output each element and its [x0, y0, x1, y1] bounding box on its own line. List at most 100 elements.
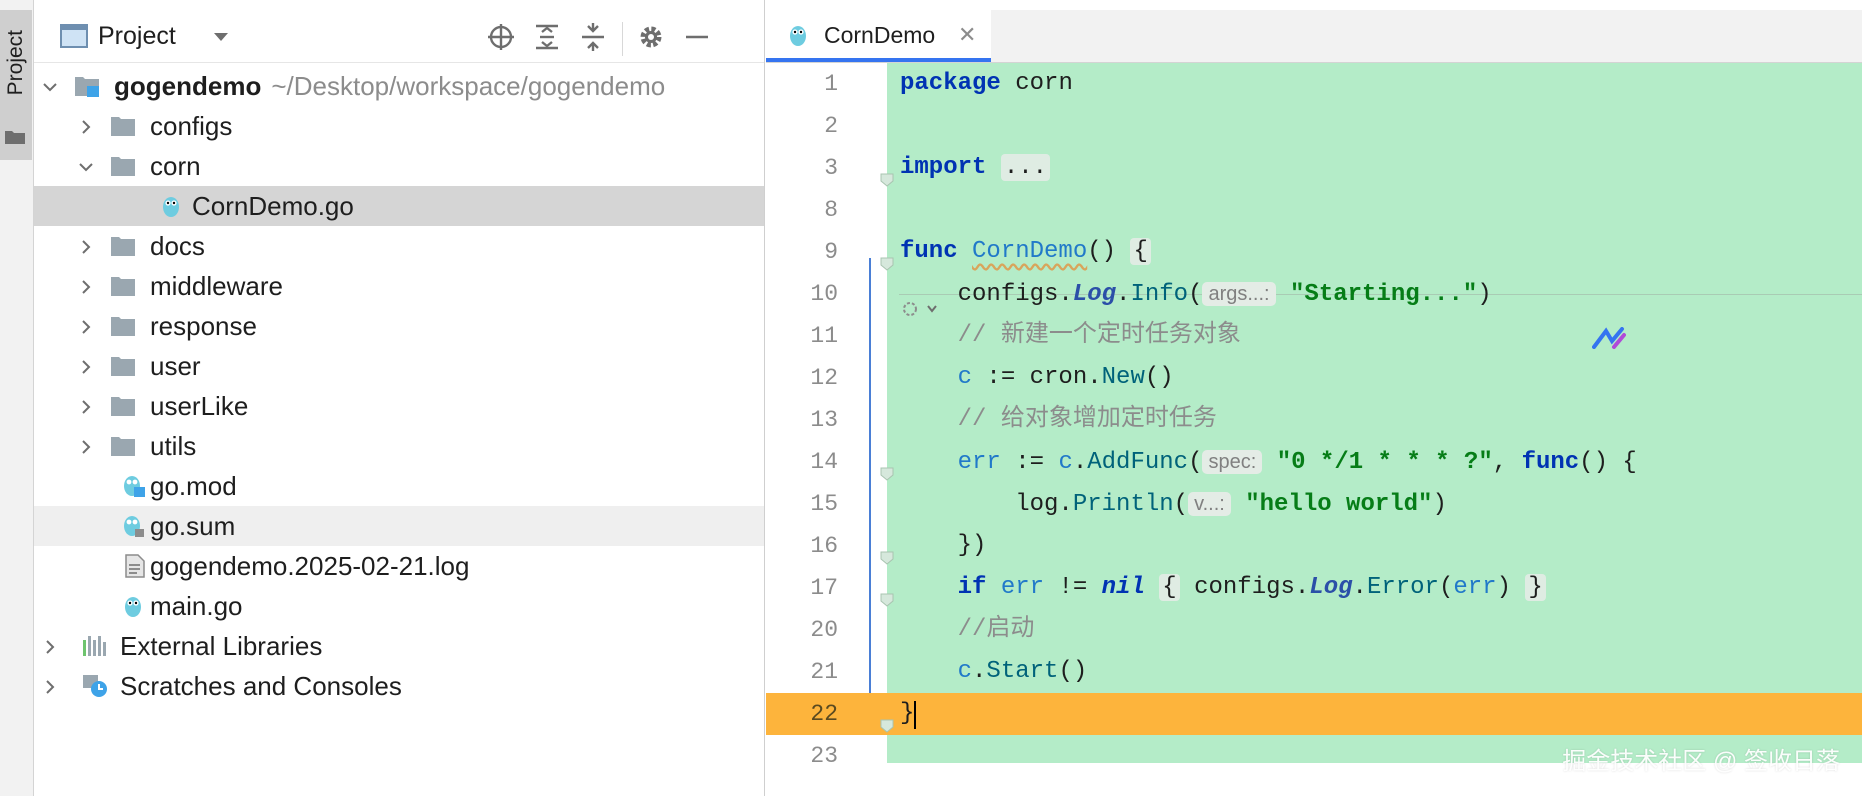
- chevron-down-icon[interactable]: [78, 159, 94, 175]
- code-line[interactable]: 21 c.Start(): [766, 651, 1862, 693]
- chevron-right-icon[interactable]: [78, 119, 94, 135]
- fold-marker-icon[interactable]: [879, 707, 895, 733]
- folder-icon: [111, 157, 135, 176]
- tree-item-folder[interactable]: utils: [34, 426, 764, 466]
- code-line[interactable]: 16 }): [766, 525, 1862, 567]
- code-line[interactable]: 2: [766, 105, 1862, 147]
- code-token: (): [1144, 364, 1174, 391]
- code-line[interactable]: 14 err := c.AddFunc(spec: "0 */1 * * * ?…: [766, 441, 1862, 483]
- chevron-down-icon[interactable]: [212, 30, 230, 44]
- minimize-icon[interactable]: [682, 22, 712, 52]
- code-token: ): [1496, 574, 1526, 601]
- code-token: corn: [1000, 70, 1073, 97]
- chevron-right-icon[interactable]: [78, 439, 94, 455]
- fold-marker-icon[interactable]: [879, 539, 895, 565]
- folded-region[interactable]: ...: [1000, 154, 1051, 181]
- code-token: () {: [1579, 449, 1637, 476]
- library-icon: [83, 636, 106, 656]
- fold-marker-icon[interactable]: [879, 581, 895, 607]
- collapse-all-icon[interactable]: [578, 22, 608, 52]
- code-line-current[interactable]: 22}: [766, 693, 1862, 735]
- line-number: 12: [810, 365, 838, 391]
- tree-item-label: main.go: [150, 591, 243, 621]
- code-token: "hello world": [1245, 491, 1433, 518]
- code-line[interactable]: 15 log.Println(v...: "hello world"): [766, 483, 1862, 525]
- folded-region[interactable]: {: [1159, 574, 1180, 601]
- code-text: c := cron.New(): [900, 357, 1174, 399]
- tree-item-folder[interactable]: user: [34, 346, 764, 386]
- code-text: log.Println(v...: "hello world"): [900, 483, 1447, 526]
- code-line[interactable]: 8: [766, 189, 1862, 231]
- header-separator: [622, 22, 623, 56]
- go-mod-icon: [124, 476, 145, 497]
- tree-item-folder[interactable]: response: [34, 306, 764, 346]
- close-icon[interactable]: ✕: [958, 22, 976, 48]
- code-editor[interactable]: 1 package corn 2 3 import ... 8 9 func CornDemo…: [766, 63, 1862, 796]
- project-tool-tab[interactable]: Project: [0, 10, 32, 160]
- tab-corndemo[interactable]: CornDemo ✕: [766, 10, 991, 62]
- chevron-right-icon[interactable]: [78, 399, 94, 415]
- folded-region[interactable]: {: [1130, 238, 1151, 265]
- code-token: Println: [1072, 491, 1174, 518]
- code-line[interactable]: 11 // 新建一个定时任务对象: [766, 315, 1862, 357]
- tree-item-scratches[interactable]: Scratches and Consoles: [34, 666, 764, 706]
- folder-icon: [111, 277, 135, 296]
- tree-item-folder[interactable]: corn: [34, 146, 764, 186]
- line-number: 3: [824, 155, 838, 181]
- tree-item-external-libraries[interactable]: External Libraries: [34, 626, 764, 666]
- gear-icon[interactable]: [636, 22, 666, 52]
- code-line[interactable]: 10 configs.Log.Info(args...: "Starting..…: [766, 273, 1862, 315]
- tree-item-file[interactable]: go.mod: [34, 466, 764, 506]
- code-line[interactable]: 3 import ...: [766, 147, 1862, 189]
- folder-icon: [111, 357, 135, 376]
- tree-item-file[interactable]: go.sum: [34, 506, 764, 546]
- tree-item-file[interactable]: main.go: [34, 586, 764, 626]
- tree-item-folder[interactable]: middleware: [34, 266, 764, 306]
- fold-marker-icon[interactable]: [879, 455, 895, 481]
- line-number: 21: [810, 659, 838, 685]
- tree-item-file[interactable]: gogendemo.2025-02-21.log: [34, 546, 764, 586]
- tree-item-folder[interactable]: userLike: [34, 386, 764, 426]
- tree-item-root[interactable]: gogendemo ~/Desktop/workspace/gogendemo: [34, 66, 764, 106]
- code-token: configs.: [1179, 574, 1310, 601]
- project-tool-tab-label: Project: [4, 30, 27, 96]
- chevron-right-icon[interactable]: [78, 239, 94, 255]
- line-number: 22: [810, 701, 838, 727]
- expand-all-icon[interactable]: [532, 22, 562, 52]
- code-line[interactable]: 12 c := cron.New(): [766, 357, 1862, 399]
- chevron-right-icon[interactable]: [42, 679, 58, 695]
- tree-item-label: go.sum: [150, 511, 236, 541]
- line-number: 11: [810, 323, 838, 349]
- line-number: 17: [810, 575, 838, 601]
- tree-item-folder[interactable]: docs: [34, 226, 764, 266]
- locate-icon[interactable]: [486, 22, 516, 52]
- chevron-down-icon[interactable]: [42, 79, 58, 95]
- code-token: c: [1058, 449, 1073, 476]
- go-sum-icon: [124, 516, 144, 537]
- tree-item-file[interactable]: CornDemo.go: [34, 186, 764, 226]
- code-token: .: [1072, 449, 1088, 476]
- code-line[interactable]: 9 func CornDemo() {: [766, 231, 1862, 273]
- tree-item-label: user: [150, 351, 201, 381]
- fold-marker-icon[interactable]: [879, 161, 895, 187]
- code-line[interactable]: 1 package corn: [766, 63, 1862, 105]
- tree-item-label: gogendemo: [114, 71, 262, 101]
- code-line[interactable]: 13 // 给对象增加定时任务: [766, 399, 1862, 441]
- chevron-right-icon[interactable]: [78, 279, 94, 295]
- code-line[interactable]: 17 if err != nil { configs.Log.Error(err…: [766, 567, 1862, 609]
- tree-item-folder[interactable]: configs: [34, 106, 764, 146]
- code-token: Error: [1366, 574, 1439, 601]
- fold-marker-icon[interactable]: [879, 245, 895, 271]
- folded-region[interactable]: }: [1525, 574, 1546, 601]
- code-token: ,: [1492, 449, 1522, 476]
- line-number: 23: [810, 743, 838, 769]
- code-token: := cron.: [972, 364, 1102, 391]
- chevron-right-icon[interactable]: [78, 359, 94, 375]
- chevron-right-icon[interactable]: [42, 639, 58, 655]
- code-line[interactable]: 20 //启动: [766, 609, 1862, 651]
- code-token: import: [900, 154, 987, 181]
- chevron-right-icon[interactable]: [78, 319, 94, 335]
- folder-icon: [5, 131, 25, 144]
- code-token: package: [900, 70, 1001, 97]
